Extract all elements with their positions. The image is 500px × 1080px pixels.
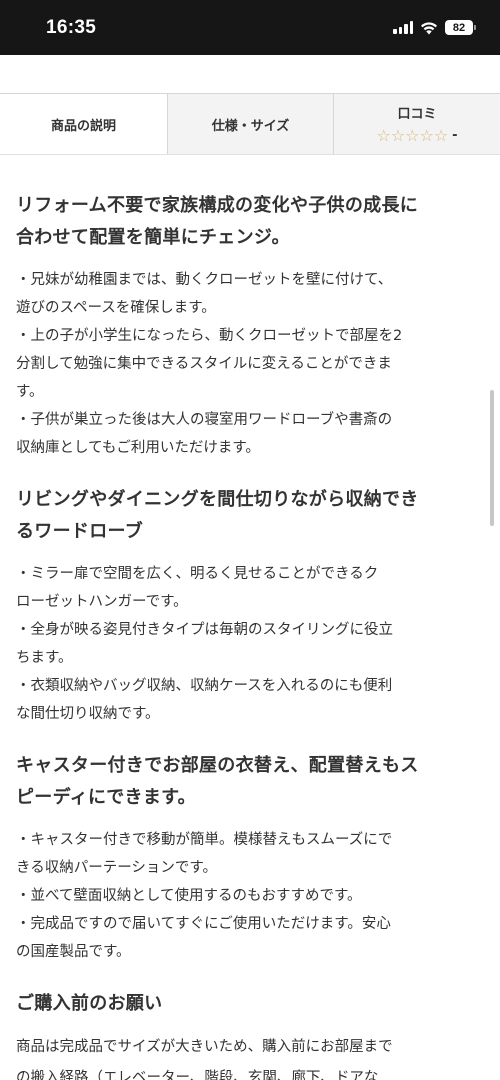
- status-time: 16:35: [46, 16, 97, 38]
- body-line: ・完成品ですので届いてすぐにご使用いただけます。安心: [16, 916, 391, 932]
- body-line: ・ミラー扉で空間を広く、明るく見せることができるク: [16, 566, 379, 582]
- body-line: ・並べて壁面収納として使用するのもおすすめです。: [16, 888, 362, 904]
- star-rating-icon: ☆☆☆☆☆: [376, 126, 449, 145]
- tab-description[interactable]: 商品の説明: [0, 94, 167, 154]
- body-line: す。: [16, 384, 44, 400]
- signal-icon: [393, 21, 413, 34]
- body-line: ・キャスター付きで移動が簡単。模様替えもスムーズにで: [16, 832, 393, 848]
- body-line: きる収納パーテーションです。: [16, 860, 217, 876]
- body-line: な間仕切り収納です。: [16, 706, 160, 722]
- section-heading: リビングやダイニングを間仕切りながら収納でき るワードローブ: [16, 489, 419, 542]
- section-before-purchase: ご購入前のお願い 商品は完成品でサイズが大きいため、購入前にお部屋まで の搬入経…: [16, 988, 482, 1080]
- body-line: ・上の子が小学生になったら、動くクローゼットで部屋を2: [16, 328, 403, 344]
- body-line: ちます。: [16, 650, 73, 666]
- body-line: ・兄妹が幼稚園までは、動くクローゼットを壁に付けて、: [16, 272, 393, 288]
- tab-specs-size[interactable]: 仕様・サイズ: [167, 94, 333, 154]
- battery-icon: 82: [445, 20, 476, 35]
- body-line: の搬入経路（エレベーター、階段、玄関、廊下、ドアな: [16, 1070, 379, 1080]
- description-content: リフォーム不要で家族構成の変化や子供の成長に 合わせて配置を簡単にチェンジ。 ・兄…: [0, 155, 500, 1080]
- status-icons: 82: [393, 20, 476, 35]
- review-rating: ☆☆☆☆☆ -: [376, 126, 457, 145]
- body-line: 収納庫としてもご利用いただけます。: [16, 440, 260, 456]
- body-line: ・衣類収納やバッグ収納、収納ケースを入れるのにも便利: [16, 678, 393, 694]
- body-line: の国産製品です。: [16, 944, 131, 960]
- tab-specs-size-label: 仕様・サイズ: [211, 118, 290, 134]
- body-line: ・全身が映る姿見付きタイプは毎朝のスタイリングに役立: [16, 622, 393, 638]
- tab-reviews[interactable]: 口コミ ☆☆☆☆☆ -: [333, 94, 500, 154]
- tab-description-label: 商品の説明: [50, 118, 116, 134]
- body-line: ローゼットハンガーです。: [16, 594, 188, 610]
- wifi-icon: [421, 21, 437, 34]
- review-rating-value: -: [452, 128, 458, 143]
- product-tabs: 商品の説明 仕様・サイズ 口コミ ☆☆☆☆☆ -: [0, 93, 500, 155]
- body-line: 分割して勉強に集中できるスタイルに変えることができま: [16, 356, 392, 372]
- body-line: ・子供が巣立った後は大人の寝室用ワードローブや書斎の: [16, 412, 393, 428]
- section-family-change: リフォーム不要で家族構成の変化や子供の成長に 合わせて配置を簡単にチェンジ。 ・兄…: [16, 190, 482, 462]
- scrollbar[interactable]: [490, 390, 494, 526]
- section-heading: ご購入前のお願い: [16, 993, 163, 1014]
- section-living-wardrobe: リビングやダイニングを間仕切りながら収納でき るワードローブ ・ミラー扉で空間を広…: [16, 484, 482, 728]
- section-heading: キャスター付きでお部屋の衣替え、配置替えもス ピーディにできます。: [16, 755, 419, 808]
- top-spacer: [0, 55, 500, 93]
- section-heading: リフォーム不要で家族構成の変化や子供の成長に 合わせて配置を簡単にチェンジ。: [16, 195, 419, 248]
- section-casters: キャスター付きでお部屋の衣替え、配置替えもス ピーディにできます。 ・キャスター付…: [16, 750, 482, 966]
- body-line: 遊びのスペースを確保します。: [16, 300, 216, 316]
- body-line: 商品は完成品でサイズが大きいため、購入前にお部屋まで: [16, 1039, 393, 1055]
- tab-reviews-label: 口コミ: [397, 107, 437, 122]
- status-bar: 16:35 82: [0, 0, 500, 55]
